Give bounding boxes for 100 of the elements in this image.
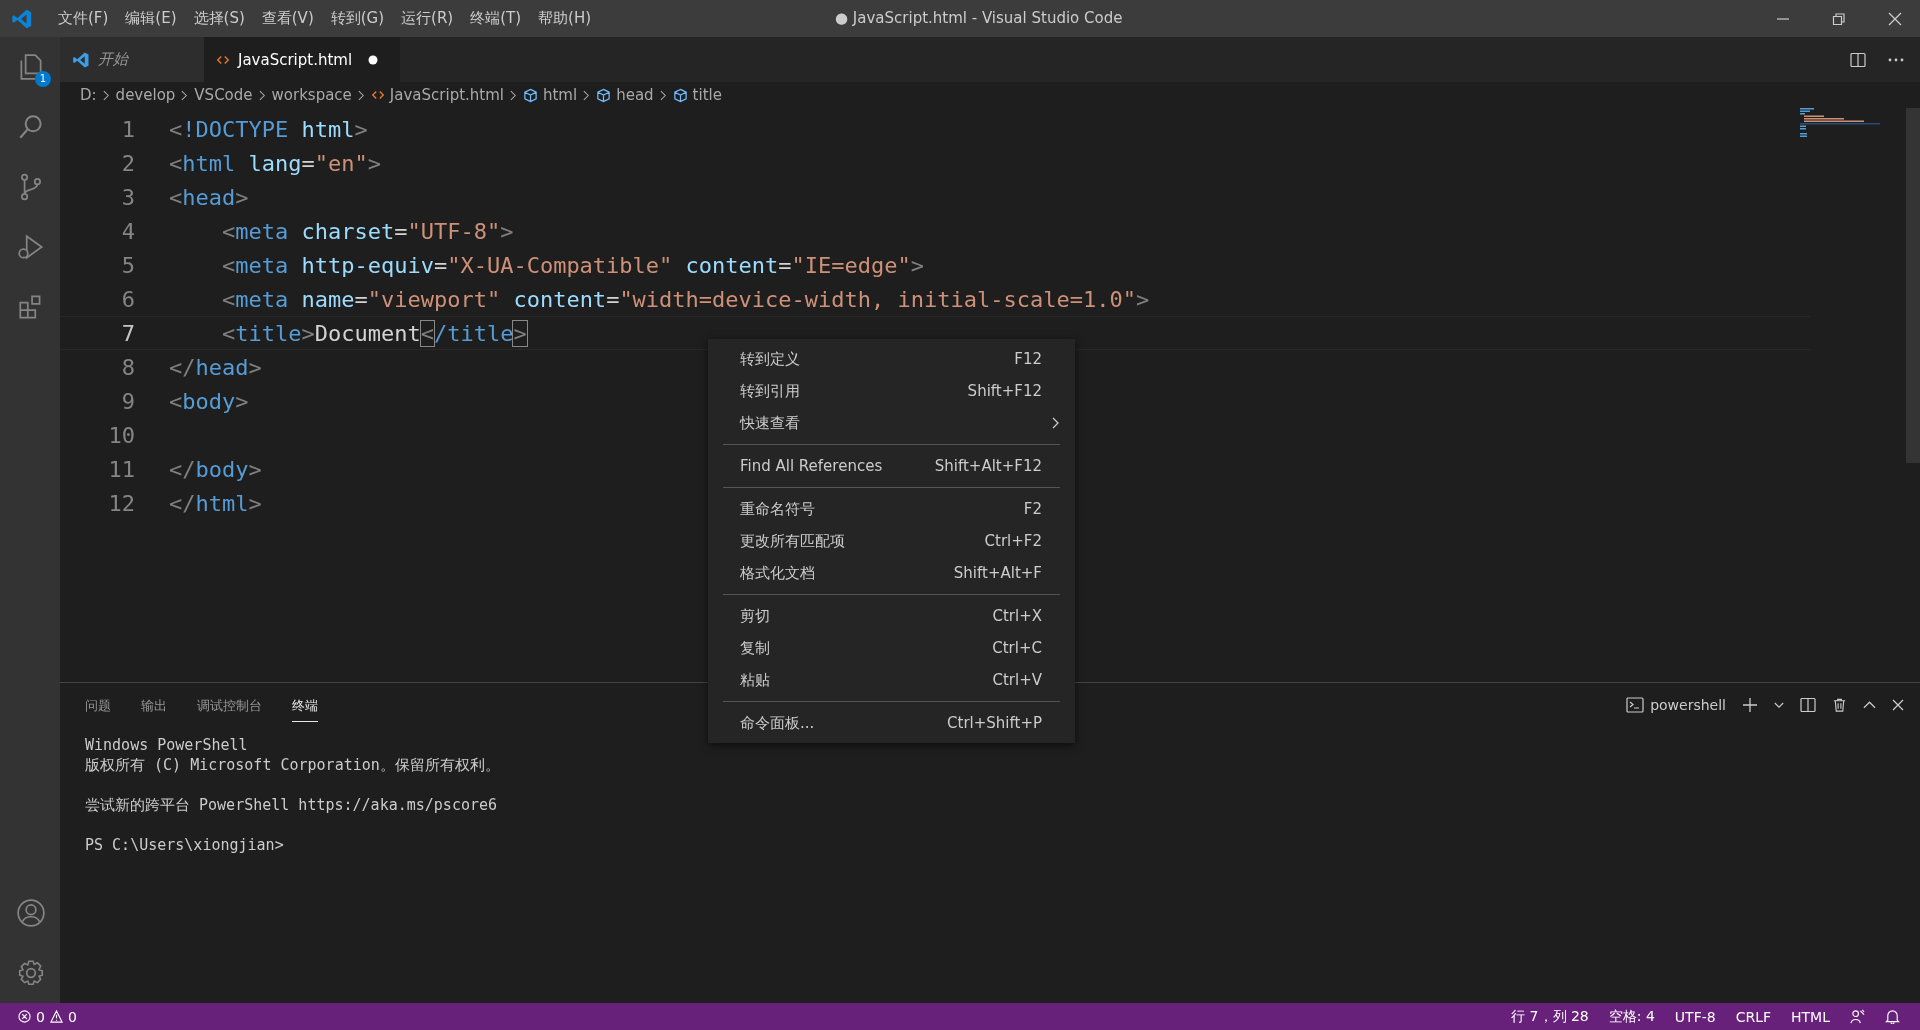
code-line: <!DOCTYPE html> <box>169 116 368 142</box>
line-number: 3 <box>120 184 136 210</box>
account-icon[interactable] <box>16 898 46 928</box>
breadcrumb-item[interactable]: html <box>523 86 578 104</box>
chevron-icon <box>659 89 667 101</box>
chevron-icon <box>258 89 266 101</box>
chevron-icon <box>357 89 365 101</box>
chevron-icon <box>1052 417 1060 429</box>
code-line: <html lang="en"> <box>169 150 381 176</box>
close-icon[interactable] <box>1888 11 1902 26</box>
code-line: </body> <box>169 456 262 482</box>
code-line: </head> <box>169 354 262 380</box>
menu-item[interactable]: 命令面板... Ctrl+Shift+P <box>708 707 1075 739</box>
trash-icon[interactable] <box>1832 697 1847 713</box>
panel-tab[interactable]: 终端 <box>292 688 318 722</box>
problems-indicator[interactable]: 0 0 <box>18 1008 77 1025</box>
vscode-logo-icon <box>11 7 33 30</box>
menu-item[interactable]: 文件(F) <box>51 9 119 28</box>
menu-item[interactable]: 编辑(E) <box>118 9 187 28</box>
plus-icon[interactable] <box>1742 697 1758 713</box>
menu-item[interactable]: 重命名符号 F2 <box>708 493 1075 525</box>
line-number: 12 <box>107 490 136 516</box>
unsaved-dot-icon <box>368 54 379 65</box>
error-icon <box>18 1010 31 1023</box>
split-editor-icon[interactable] <box>1850 51 1866 68</box>
cube-icon <box>596 87 612 103</box>
notification-badge: 1 <box>35 71 51 87</box>
breadcrumb-item[interactable]: head <box>596 86 654 104</box>
panel-tab[interactable]: 问题 <box>85 688 111 722</box>
breadcrumb-item[interactable]: title <box>672 86 722 104</box>
menu-item[interactable]: 更改所有匹配项 Ctrl+F2 <box>708 525 1075 557</box>
panel-tab[interactable]: 输出 <box>141 688 167 722</box>
terminal-line: Windows PowerShell <box>85 735 249 755</box>
chevron-icon <box>583 89 591 101</box>
code-line: <meta http-equiv="X-UA-Compatible" content="IE=edge"> <box>220 252 925 278</box>
menu-item[interactable]: 转到引用 Shift+F12 <box>708 375 1075 407</box>
line-number: 9 <box>120 388 136 414</box>
window-title: ● JavaScript.html - Visual Studio Code <box>835 9 1123 27</box>
code-line: <head> <box>169 184 249 210</box>
status-item[interactable]: 空格: 4 <box>1608 1007 1655 1026</box>
menu-item[interactable]: 转到(G) <box>323 9 395 28</box>
chevron-icon <box>510 89 517 101</box>
menu-item[interactable]: 转到定义 F12 <box>708 343 1075 375</box>
chevron-up-icon[interactable] <box>1863 701 1876 709</box>
chevron-icon <box>181 89 189 101</box>
vscode-logo-icon <box>72 50 90 69</box>
menu-item[interactable]: 剪切 Ctrl+X <box>708 600 1075 632</box>
more-icon[interactable] <box>1888 57 1904 62</box>
cube-icon <box>523 87 538 103</box>
menu-item[interactable]: 运行(R) <box>394 9 464 28</box>
chevron-icon <box>102 89 110 101</box>
bell-icon[interactable] <box>1885 1009 1900 1024</box>
breadcrumb-item[interactable]: workspace <box>271 86 352 104</box>
line-number: 8 <box>120 354 136 380</box>
line-number: 4 <box>120 218 136 244</box>
code-line: </html> <box>169 490 262 516</box>
code-line: <meta charset="UTF-8"> <box>220 218 514 244</box>
breadcrumb-item[interactable]: D: <box>80 86 97 104</box>
breadcrumb-item[interactable]: JavaScript.html <box>370 86 504 104</box>
editor-tab[interactable]: JavaScript.html <box>204 37 401 82</box>
line-number: 2 <box>120 150 136 176</box>
line-number: 7 <box>120 320 136 346</box>
menu-item[interactable]: 终端(T) <box>463 9 532 28</box>
panel-tab[interactable]: 调试控制台 <box>197 688 262 722</box>
line-number: 5 <box>120 252 136 278</box>
menu-item[interactable]: 帮助(H) <box>531 9 602 28</box>
status-item[interactable]: CRLF <box>1735 1008 1772 1025</box>
terminal-icon <box>1626 697 1645 713</box>
menu-item[interactable]: Find All References Shift+Alt+F12 <box>708 450 1075 482</box>
cube-icon <box>672 87 688 103</box>
code-line: <meta name="viewport" content="width=device-width, initial-scale=1.0"> <box>220 286 1150 312</box>
menu-item[interactable]: 复制 Ctrl+C <box>708 632 1075 664</box>
terminal-line: 版权所有 (C) Microsoft Corporation。保留所有权利。 <box>85 755 501 775</box>
feedback-icon[interactable] <box>1850 1009 1865 1024</box>
breadcrumb-item[interactable]: develop <box>115 86 176 104</box>
line-number: 1 <box>120 116 136 142</box>
code-line: <body> <box>169 388 249 414</box>
restore-icon[interactable] <box>1832 11 1846 26</box>
settings-icon[interactable] <box>16 958 46 988</box>
menu-item[interactable]: 快速查看 <box>708 407 1075 439</box>
chevron-down-icon[interactable] <box>1774 701 1784 709</box>
status-item[interactable]: UTF-8 <box>1674 1008 1716 1025</box>
menu-item[interactable]: 格式化文档 Shift+Alt+F <box>708 557 1075 589</box>
editor-tab[interactable]: 开始 <box>60 37 204 82</box>
line-number: 10 <box>107 422 136 448</box>
terminal-line: 尝试新的跨平台 PowerShell https://aka.ms/pscore6 <box>85 795 499 815</box>
warning-icon <box>49 1010 63 1023</box>
menu-item[interactable]: 选择(S) <box>186 9 255 28</box>
status-item[interactable]: HTML <box>1791 1008 1830 1025</box>
status-item[interactable]: 行 7，列 28 <box>1511 1007 1589 1026</box>
line-number: 6 <box>120 286 136 312</box>
split-terminal-icon[interactable] <box>1800 697 1816 713</box>
terminal-line: PS C:\Users\xiongjian> <box>85 835 285 855</box>
terminal-selector[interactable]: powershell <box>1626 697 1726 713</box>
menu-item[interactable]: 查看(V) <box>254 9 324 28</box>
breadcrumb-item[interactable]: VSCode <box>194 86 253 104</box>
code-brackets-icon <box>370 88 385 102</box>
line-number: 11 <box>107 456 136 482</box>
close-icon[interactable] <box>1892 699 1904 711</box>
menu-item[interactable]: 粘贴 Ctrl+V <box>708 664 1075 696</box>
